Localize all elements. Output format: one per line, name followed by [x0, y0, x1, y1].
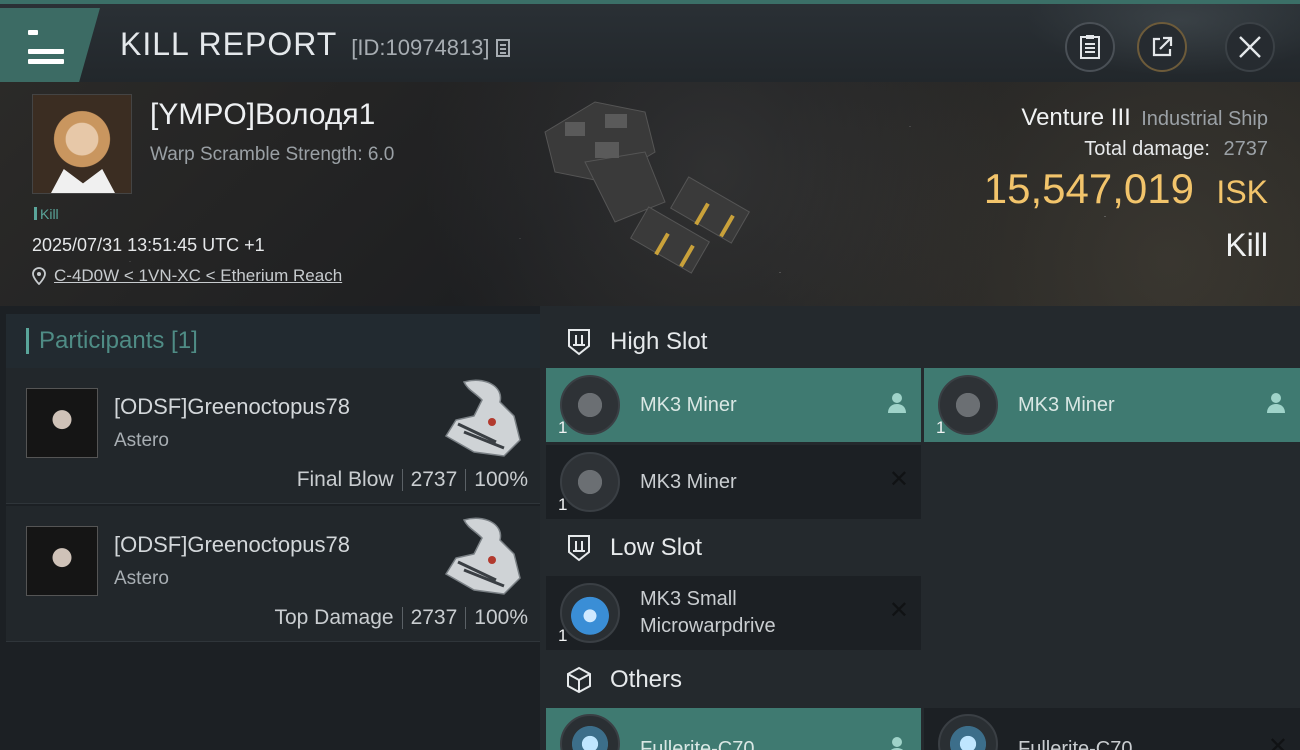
item-name: MK3 Miner [640, 470, 737, 493]
clipboard-icon [1080, 35, 1100, 59]
participant-percent: 100% [474, 606, 528, 629]
item-name: MK3 Small Microwarpdrive [640, 588, 776, 637]
participants-panel: Participants [1] [ODSF]Greenoctopus78 As… [0, 306, 540, 750]
page-title: KILL REPORT [120, 26, 338, 62]
fitting-panel: High Slot 1 MK3 Miner 1 MK3 Miner 1 MK3 … [540, 306, 1300, 750]
destroyed-x-icon: ✕ [888, 465, 909, 493]
top-bar: KILL REPORT [ID:10974813] [0, 0, 1300, 86]
miner-module-icon [938, 375, 998, 435]
item-quantity: 1 [558, 495, 568, 514]
destroyed-x-icon: ✕ [1267, 732, 1288, 750]
participant-portrait[interactable] [26, 388, 98, 458]
kill-tag: Kill [34, 206, 59, 222]
victim-warp-scramble: Warp Scramble Strength: 6.0 [150, 144, 395, 165]
high-slot-icon [568, 329, 590, 356]
victim-ship-render [544, 101, 750, 274]
dropped-person-icon [1267, 393, 1285, 413]
high-slot-label: High Slot [610, 328, 708, 355]
cargo-item[interactable]: Fullerite-C70 ✕ [924, 708, 1300, 750]
copy-id-icon[interactable] [495, 39, 510, 57]
total-damage-value: 2737 [1223, 138, 1269, 160]
participant-stats: Top Damage 2737 100% [274, 606, 528, 630]
others-label: Others [610, 666, 683, 693]
miner-module-icon [560, 375, 620, 435]
location-link[interactable]: C-4D0W < 1VN-XC < Etherium Reach [54, 266, 342, 286]
module-item[interactable]: 1 MK3 Miner [546, 368, 921, 442]
participant-ship: Astero [114, 568, 169, 589]
module-item[interactable]: 1 MK3 Small Microwarpdrive ✕ [546, 576, 921, 650]
participant-percent: 100% [474, 468, 528, 491]
participant-ship: Astero [114, 430, 169, 451]
module-item[interactable]: 1 MK3 Miner [924, 368, 1300, 442]
victim-portrait[interactable] [32, 94, 132, 194]
microwarpdrive-module-icon [560, 583, 620, 643]
low-slot-header: Low Slot [546, 520, 1300, 576]
item-name: Fullerite-C70 [1018, 738, 1133, 750]
clipboard-button[interactable] [1065, 22, 1115, 72]
participant-row[interactable]: [ODSF]Greenoctopus78 Astero Top Damage 2… [6, 506, 540, 642]
fullerite-icon [938, 714, 998, 750]
fullerite-icon [560, 714, 620, 750]
result-label: Kill [1225, 227, 1268, 263]
participant-row[interactable]: [ODSF]Greenoctopus78 Astero Final Blow 2… [6, 368, 540, 504]
item-quantity: 1 [558, 418, 568, 437]
astero-ship-icon [444, 379, 521, 457]
victim-banner: [YMPO]Володя1 Warp Scramble Strength: 6.… [0, 82, 1300, 306]
hamburger-icon [28, 25, 64, 69]
participants-header: Participants [1] [6, 314, 540, 368]
location-pin-icon [32, 267, 46, 285]
participant-stats: Final Blow 2737 100% [297, 468, 528, 492]
share-icon [1152, 36, 1173, 57]
isk-line: 15,547,019 ISK [984, 165, 1268, 213]
report-id: [ID:10974813] [351, 35, 490, 60]
astero-ship-icon [444, 517, 521, 595]
participants-title: Participants [1] [39, 327, 198, 354]
title-group: KILL REPORT [ID:10974813] [120, 26, 510, 63]
item-name: MK3 Miner [1018, 393, 1115, 416]
item-name: Fullerite-C70 [640, 738, 755, 750]
item-name: MK3 Miner [640, 393, 737, 416]
victim-name[interactable]: [YMPO]Володя1 [150, 98, 375, 132]
participant-name[interactable]: [ODSF]Greenoctopus78 [114, 532, 350, 558]
low-slot-icon [568, 535, 590, 562]
close-button[interactable] [1225, 22, 1275, 72]
total-damage-label: Total damage: [1084, 138, 1210, 160]
cargo-item[interactable]: Fullerite-C70 [546, 708, 921, 750]
kill-datetime: 2025/07/31 13:51:45 UTC +1 [32, 235, 265, 255]
participant-damage: 2737 [410, 468, 458, 491]
isk-unit: ISK [1216, 174, 1268, 210]
isk-value: 15,547,019 [983, 165, 1194, 212]
location[interactable]: C-4D0W < 1VN-XC < Etherium Reach [32, 266, 342, 286]
participant-role: Final Blow [296, 468, 394, 491]
participant-damage: 2737 [410, 606, 458, 629]
participant-role: Top Damage [274, 606, 394, 629]
item-quantity: 1 [936, 418, 946, 437]
kill-summary: Venture III Industrial Ship Total damage… [984, 104, 1268, 264]
dropped-person-icon [890, 737, 904, 750]
destroyed-x-icon: ✕ [888, 596, 909, 624]
dropped-person-icon [888, 393, 906, 413]
participant-portrait[interactable] [26, 526, 98, 596]
module-item[interactable]: 1 MK3 Miner ✕ [546, 445, 921, 519]
total-damage-line: Total damage: 2737 [984, 138, 1268, 161]
ship-class: Industrial Ship [1141, 108, 1268, 130]
cargo-box-icon [567, 666, 591, 694]
menu-button[interactable] [0, 8, 100, 86]
participant-name[interactable]: [ODSF]Greenoctopus78 [114, 394, 350, 420]
high-slot-header: High Slot [546, 314, 1300, 370]
low-slot-label: Low Slot [610, 534, 703, 561]
ship-name[interactable]: Venture III [1021, 104, 1130, 131]
others-header: Others [546, 652, 1300, 708]
item-quantity: 1 [558, 626, 568, 645]
close-icon [1239, 36, 1261, 58]
share-button[interactable] [1137, 22, 1187, 72]
miner-module-icon [560, 452, 620, 512]
